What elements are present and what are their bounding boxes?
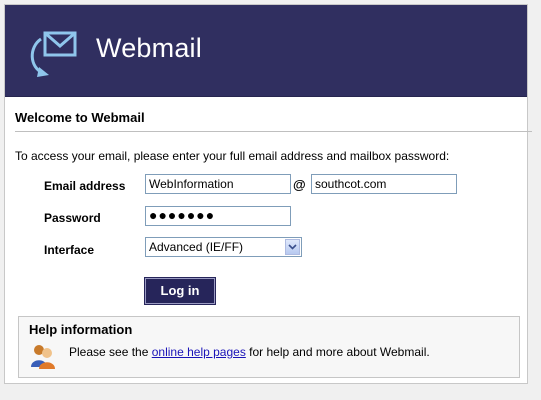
header-banner: Webmail bbox=[5, 5, 527, 97]
envelope-icon bbox=[30, 31, 77, 77]
help-text-before: Please see the bbox=[69, 345, 152, 359]
logo-text: Webmail bbox=[96, 33, 202, 63]
help-title: Help information bbox=[29, 322, 133, 337]
interface-label: Interface bbox=[44, 243, 95, 257]
login-panel: Webmail Welcome to Webmail To access you… bbox=[4, 4, 532, 384]
login-button[interactable]: Log in bbox=[144, 277, 216, 305]
online-help-link[interactable]: online help pages bbox=[152, 345, 246, 359]
help-box: Help information Please see the online h… bbox=[18, 316, 520, 378]
email-label: Email address bbox=[44, 179, 126, 193]
chevron-down-icon[interactable] bbox=[285, 239, 300, 255]
intro-text: To access your email, please enter your … bbox=[15, 149, 450, 163]
page-title: Welcome to Webmail bbox=[15, 110, 145, 125]
interface-select-value: Advanced (IE/FF) bbox=[149, 240, 244, 254]
help-text-after: for help and more about Webmail. bbox=[245, 345, 430, 359]
help-text: Please see the online help pages for hel… bbox=[69, 345, 430, 359]
divider bbox=[15, 131, 532, 132]
email-user-input[interactable]: WebInformation bbox=[145, 174, 291, 194]
password-label: Password bbox=[44, 211, 101, 225]
users-icon bbox=[31, 345, 55, 369]
email-domain-input[interactable]: southcot.com bbox=[311, 174, 457, 194]
interface-select[interactable]: Advanced (IE/FF) bbox=[145, 237, 302, 257]
at-symbol: @ bbox=[293, 177, 306, 192]
password-input[interactable]: ●●●●●●● bbox=[145, 206, 291, 226]
